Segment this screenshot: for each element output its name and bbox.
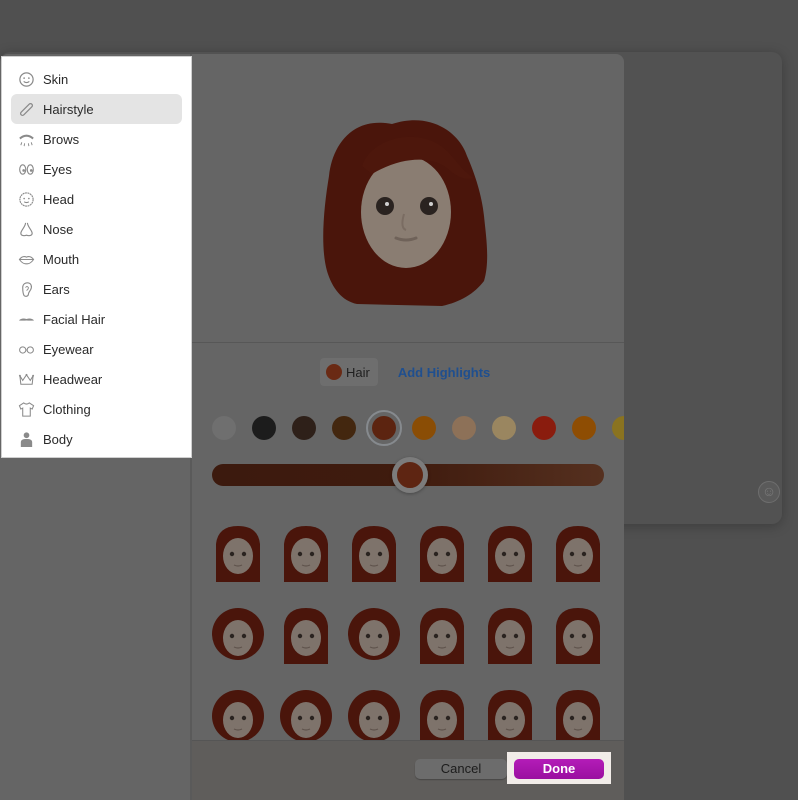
hair-color-swatch[interactable] [212, 416, 236, 440]
memoji-avatar [323, 120, 488, 306]
smiley-face-icon [17, 70, 35, 88]
sidebar-item-brows[interactable]: Brows [11, 124, 182, 154]
hairstyle-option[interactable] [278, 604, 334, 668]
done-button[interactable]: Done [514, 759, 604, 779]
sidebar-item-eyes[interactable]: Eyes [11, 154, 182, 184]
hairstyle-option[interactable] [482, 522, 538, 586]
sidebar-item-label: Headwear [43, 371, 103, 387]
hair-color-swatch[interactable] [292, 416, 316, 440]
sidebar-item-hairstyle[interactable]: Hairstyle [11, 94, 182, 124]
hairstyle-option[interactable] [482, 686, 538, 740]
sidebar-item-label: Brows [43, 131, 80, 147]
hair-color-swatch[interactable] [452, 416, 476, 440]
hairstyle-option[interactable] [414, 522, 470, 586]
hairstyle-option[interactable] [210, 604, 266, 668]
hairstyle-option[interactable] [210, 522, 266, 586]
hairstyle-option[interactable] [550, 604, 606, 668]
sidebar-item-label: Body [43, 431, 73, 447]
hairstyle-option[interactable] [414, 686, 470, 740]
hair-color-dot [326, 364, 342, 380]
memoji-preview [192, 56, 624, 342]
smiley-face-icon: ☺ [761, 483, 777, 499]
crown-icon [17, 370, 35, 388]
sidebar-item-eyewear[interactable]: Eyewear [11, 334, 182, 364]
hairstyle-option[interactable] [278, 686, 334, 740]
hairstyle-option[interactable] [414, 604, 470, 668]
sidebar-item-label: Mouth [43, 251, 80, 267]
sidebar-item-facial-hair[interactable]: Facial Hair [11, 304, 182, 334]
hairstyle-grid [192, 510, 624, 740]
hairstyle-option[interactable] [482, 604, 538, 668]
category-sidebar: Skin Hairstyle Brows Eyes Head Nose Mouth Ears F… [1, 56, 192, 458]
hair-color-swatch[interactable] [366, 410, 402, 446]
color-tabs: Hair Add Highlights [320, 358, 490, 386]
hairstyle-option[interactable] [210, 686, 266, 740]
hair-color-swatch[interactable] [332, 416, 356, 440]
hair-color-swatch[interactable] [532, 416, 556, 440]
sidebar-item-label: Clothing [43, 401, 91, 417]
mustache-icon [17, 310, 35, 328]
sidebar-item-clothing[interactable]: Clothing [11, 394, 182, 424]
hairstyle-option[interactable] [550, 686, 606, 740]
sidebar-item-head[interactable]: Head [11, 184, 182, 214]
hair-color-swatch[interactable] [412, 416, 436, 440]
hair-color-swatch[interactable] [572, 416, 596, 440]
nose-icon [17, 220, 35, 238]
sidebar-item-ears[interactable]: Ears [11, 274, 182, 304]
hair-color-tab[interactable]: Hair [320, 358, 378, 386]
eyes-icon [17, 160, 35, 178]
sidebar-item-nose[interactable]: Nose [11, 214, 182, 244]
face-outline-icon [17, 190, 35, 208]
sidebar-item-label: Eyes [43, 161, 72, 177]
hairstyle-option[interactable] [346, 686, 402, 740]
hair-tab-label: Hair [346, 364, 370, 380]
sidebar-item-label: Ears [43, 281, 70, 297]
section-divider [192, 342, 624, 343]
hair-color-swatch[interactable] [492, 416, 516, 440]
sidebar-item-skin[interactable]: Skin [11, 64, 182, 94]
emoji-button[interactable]: ☺ [758, 481, 780, 503]
sidebar-item-mouth[interactable]: Mouth [11, 244, 182, 274]
hair-color-swatches [212, 410, 624, 446]
sidebar-item-body[interactable]: Body [11, 424, 182, 454]
person-icon [17, 430, 35, 448]
sidebar-item-label: Head [43, 191, 75, 207]
hairstyle-option[interactable] [278, 522, 334, 586]
shade-slider-thumb[interactable] [392, 457, 428, 493]
add-highlights-link[interactable]: Add Highlights [398, 365, 490, 380]
hairstyle-option[interactable] [346, 604, 402, 668]
sidebar-item-label: Hairstyle [43, 101, 94, 117]
sidebar-item-label: Eyewear [43, 341, 94, 357]
brow-icon [17, 130, 35, 148]
tshirt-icon [17, 400, 35, 418]
sidebar-item-label: Nose [43, 221, 74, 237]
sidebar-item-headwear[interactable]: Headwear [11, 364, 182, 394]
hairstyle-option[interactable] [346, 522, 402, 586]
cancel-button[interactable]: Cancel [415, 759, 507, 779]
sidebar-item-label: Skin [43, 71, 69, 87]
ear-icon [17, 280, 35, 298]
hairstyle-option[interactable] [550, 522, 606, 586]
glasses-icon [17, 340, 35, 358]
comb-icon [17, 100, 35, 118]
sidebar-item-label: Facial Hair [43, 311, 106, 327]
lips-icon [17, 250, 35, 268]
hair-color-swatch[interactable] [252, 416, 276, 440]
